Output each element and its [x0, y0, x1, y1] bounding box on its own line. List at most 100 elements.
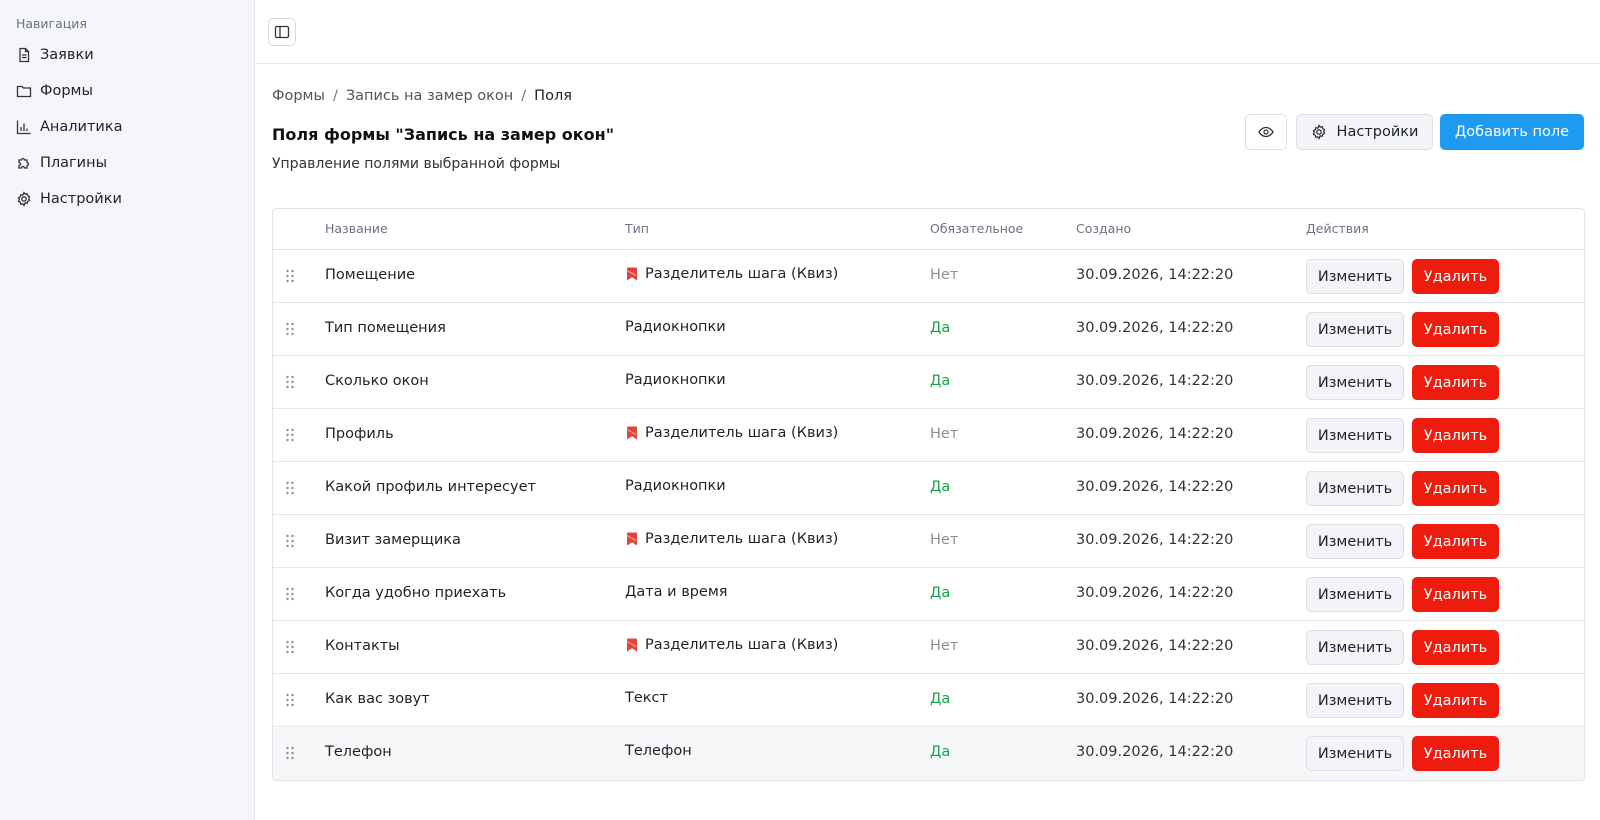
field-type: Разделитель шага (Квиз) [625, 531, 838, 547]
add-field-button[interactable]: Добавить поле [1440, 114, 1584, 150]
table-row: Контакты Разделитель шага (Квиз) Нет 30.09.… [273, 621, 1584, 674]
sidebar-item-requests[interactable]: Заявки [16, 42, 241, 68]
field-created: 30.09.2026, 14:22:20 [1076, 744, 1234, 760]
table-row: Как вас зовут Текст Да 30.09.2026, 14:22:20… [273, 674, 1584, 727]
sidebar-item-label: Настройки [40, 191, 122, 207]
drag-handle-icon[interactable] [285, 746, 295, 760]
sidebar: Навигация Заявки Формы Аналитика Плагины… [0, 0, 255, 820]
delete-button[interactable]: Удалить [1412, 683, 1499, 718]
sidebar-item-settings[interactable]: Настройки [16, 186, 241, 212]
sidebar-heading: Навигация [16, 16, 87, 31]
bookmark-icon [626, 532, 637, 546]
drag-handle-icon[interactable] [285, 693, 295, 707]
breadcrumb-current: Поля [534, 88, 572, 104]
field-type-label: Радиокнопки [625, 478, 726, 494]
field-name: Тип помещения [325, 320, 446, 336]
field-name: Визит замерщика [325, 532, 461, 548]
table-row: Когда удобно приехать Дата и время Да 30.09… [273, 568, 1584, 621]
field-name: Профиль [325, 426, 394, 442]
delete-button[interactable]: Удалить [1412, 524, 1499, 559]
page-subtitle: Управление полями выбранной формы [272, 156, 561, 172]
delete-button[interactable]: Удалить [1412, 471, 1499, 506]
sidebar-toggle-button[interactable] [268, 18, 296, 46]
field-type: Телефон [625, 743, 692, 759]
field-created: 30.09.2026, 14:22:20 [1076, 638, 1234, 654]
drag-handle-icon[interactable] [285, 587, 295, 601]
field-type-label: Радиокнопки [625, 372, 726, 388]
field-created: 30.09.2026, 14:22:20 [1076, 373, 1234, 389]
breadcrumb-separator: / [332, 88, 338, 104]
field-type: Текст [625, 690, 668, 706]
preview-button[interactable] [1245, 114, 1287, 150]
field-name: Помещение [325, 267, 416, 283]
drag-handle-icon[interactable] [285, 269, 295, 283]
table-row: Телефон Телефон Да 30.09.2026, 14:22:20 Изме… [273, 727, 1584, 780]
edit-button[interactable]: Изменить [1306, 683, 1404, 718]
delete-button[interactable]: Удалить [1412, 630, 1499, 665]
table-header: Название Тип Обязательное Создано Действ… [273, 209, 1584, 250]
drag-handle-icon[interactable] [285, 375, 295, 389]
edit-button[interactable]: Изменить [1306, 312, 1404, 347]
breadcrumb-form[interactable]: Запись на замер окон [346, 88, 513, 104]
column-header-name: Название [325, 221, 388, 236]
field-type-label: Разделитель шага (Квиз) [645, 425, 839, 441]
edit-button[interactable]: Изменить [1306, 630, 1404, 665]
field-type-label: Радиокнопки [625, 319, 726, 335]
topbar [256, 0, 1600, 64]
field-required: Да [930, 373, 951, 389]
sidebar-item-analytics[interactable]: Аналитика [16, 114, 241, 140]
table-row: Тип помещения Радиокнопки Да 30.09.2026, 14… [273, 303, 1584, 356]
delete-button[interactable]: Удалить [1412, 365, 1499, 400]
drag-handle-icon[interactable] [285, 534, 295, 548]
field-type: Радиокнопки [625, 372, 726, 388]
edit-button[interactable]: Изменить [1306, 736, 1404, 771]
field-created: 30.09.2026, 14:22:20 [1076, 426, 1234, 442]
breadcrumb: Формы / Запись на замер окон / Поля [272, 88, 572, 104]
delete-button[interactable]: Удалить [1412, 259, 1499, 294]
table-row: Профиль Разделитель шага (Квиз) Нет 30.09.2… [273, 409, 1584, 462]
drag-handle-icon[interactable] [285, 428, 295, 442]
gear-icon [17, 191, 31, 207]
breadcrumb-forms[interactable]: Формы [272, 88, 325, 104]
table-row: Визит замерщика Разделитель шага (Квиз) Не… [273, 515, 1584, 568]
field-required: Да [930, 479, 951, 495]
field-created: 30.09.2026, 14:22:20 [1076, 585, 1234, 601]
edit-button[interactable]: Изменить [1306, 577, 1404, 612]
bar-chart-icon [16, 120, 31, 135]
edit-button[interactable]: Изменить [1306, 259, 1404, 294]
delete-button[interactable]: Удалить [1412, 736, 1499, 771]
field-required: Нет [930, 267, 959, 283]
bookmark-icon [626, 638, 637, 652]
folder-icon [16, 85, 32, 98]
edit-button[interactable]: Изменить [1306, 524, 1404, 559]
field-type: Разделитель шага (Квиз) [625, 425, 838, 441]
sidebar-item-forms[interactable]: Формы [16, 78, 241, 104]
bookmark-icon [626, 267, 637, 281]
sidebar-item-label: Заявки [40, 47, 94, 63]
edit-button[interactable]: Изменить [1306, 365, 1404, 400]
sidebar-item-label: Плагины [40, 155, 108, 171]
field-name: Как вас зовут [325, 691, 430, 707]
edit-button[interactable]: Изменить [1306, 471, 1404, 506]
fields-table: Название Тип Обязательное Создано Действ… [272, 208, 1585, 781]
drag-handle-icon[interactable] [285, 640, 295, 654]
sidebar-item-label: Формы [40, 83, 93, 99]
drag-handle-icon[interactable] [285, 322, 295, 336]
field-created: 30.09.2026, 14:22:20 [1076, 267, 1234, 283]
delete-button[interactable]: Удалить [1412, 577, 1499, 612]
drag-handle-icon[interactable] [285, 481, 295, 495]
settings-button[interactable]: Настройки [1296, 114, 1433, 150]
puzzle-icon [18, 157, 30, 169]
table-row: Какой профиль интересует Радиокнопки Да 30.… [273, 462, 1584, 515]
delete-button[interactable]: Удалить [1412, 312, 1499, 347]
field-type-label: Телефон [625, 743, 692, 759]
field-type-label: Разделитель шага (Квиз) [645, 531, 839, 547]
sidebar-item-plugins[interactable]: Плагины [16, 150, 241, 176]
column-header-created: Создано [1076, 221, 1132, 236]
field-required: Да [930, 585, 951, 601]
edit-button[interactable]: Изменить [1306, 418, 1404, 453]
field-type: Радиокнопки [625, 319, 726, 335]
table-row: Сколько окон Радиокнопки Да 30.09.2026, 14:… [273, 356, 1584, 409]
delete-button[interactable]: Удалить [1412, 418, 1499, 453]
field-required: Нет [930, 532, 959, 548]
